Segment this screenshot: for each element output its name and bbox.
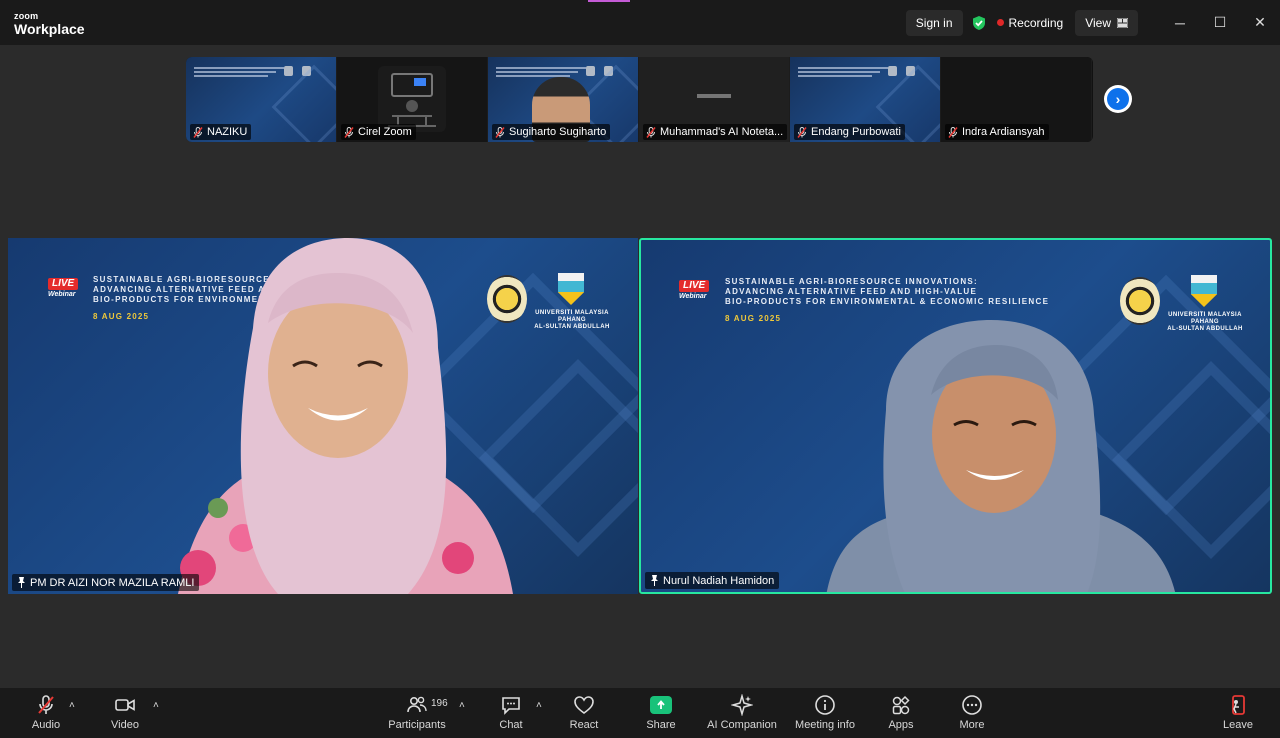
participant-thumbnail[interactable]: Cirel Zoom <box>337 57 488 142</box>
minimize-button[interactable]: ─ <box>1160 0 1200 45</box>
video-button[interactable]: Video <box>90 694 160 731</box>
chat-options-caret[interactable]: ˄ <box>536 700 542 711</box>
ai-companion-button[interactable]: AI Companion <box>707 694 777 731</box>
video-tile-right-active-speaker[interactable]: LIVE Webinar SUSTAINABLE AGRI-BIORESOURC… <box>639 238 1272 594</box>
participant-name: Cirel Zoom <box>358 126 412 138</box>
view-label: View <box>1085 15 1111 30</box>
participant-count: 196 <box>431 698 448 709</box>
chevron-right-icon: › <box>1107 88 1129 110</box>
microphone-muted-icon <box>38 695 54 714</box>
microphone-muted-icon <box>344 126 354 138</box>
live-webinar-badge: LIVE Webinar <box>679 276 713 302</box>
banner-date: 8 AUG 2025 <box>725 314 782 323</box>
university-shield-logo <box>1191 275 1217 307</box>
university-logo-thumbnail <box>586 66 595 76</box>
participant-name-label: Indra Ardiansyah <box>945 124 1049 140</box>
speaker-video-left <box>178 238 513 594</box>
apps-button[interactable]: Apps <box>866 694 936 731</box>
participant-thumbnail[interactable]: NAZIKU <box>186 57 337 142</box>
participant-name-label: Sugiharto Sugiharto <box>492 124 611 140</box>
zoom-workplace-logo: zoom Workplace <box>14 11 85 37</box>
more-dots-icon <box>962 695 982 715</box>
share-screen-button[interactable]: Share <box>626 694 696 731</box>
security-shield-icon[interactable] <box>971 15 987 31</box>
participants-options-caret[interactable]: ˄ <box>459 700 465 711</box>
maximize-button[interactable]: ☐ <box>1200 0 1240 45</box>
participant-thumbnail[interactable]: Endang Purbowati <box>790 57 941 142</box>
university-seal-logo <box>1120 277 1160 325</box>
recording-dot-icon <box>996 19 1004 26</box>
microphone-muted-icon <box>495 126 505 138</box>
next-page-button[interactable]: › <box>1104 85 1132 113</box>
banner-date: 8 AUG 2025 <box>93 312 150 321</box>
recording-label: Recording <box>1008 15 1064 30</box>
share-arrow-icon <box>650 696 672 714</box>
titlebar-controls: Sign in Recording View ─ ☐ ✕ <box>905 0 1280 45</box>
meeting-toolbar: Audio ˄ Video ˄ Participants 196 ˄ Chat … <box>0 688 1280 738</box>
view-button[interactable]: View <box>1075 9 1138 36</box>
brand-large: Workplace <box>14 21 85 37</box>
brand-small: zoom <box>14 11 39 21</box>
notetaker-logo <box>697 94 731 98</box>
video-camera-icon <box>115 699 135 711</box>
participant-name: Sugiharto Sugiharto <box>509 126 607 138</box>
meeting-room-avatar-icon <box>378 66 446 132</box>
participant-strip: NAZIKU Cirel Zoom Sugiharto Sugiharto Muham… <box>186 57 1093 142</box>
close-window-button[interactable]: ✕ <box>1240 0 1280 45</box>
microphone-muted-icon <box>797 126 807 138</box>
video-options-caret[interactable]: ˄ <box>153 700 159 711</box>
participants-icon <box>407 696 427 713</box>
sign-in-button[interactable]: Sign in <box>905 9 963 36</box>
participant-name: Muhammad's AI Noteta... <box>660 126 784 138</box>
participant-name: NAZIKU <box>207 126 248 138</box>
microphone-muted-icon <box>948 126 958 138</box>
live-webinar-badge: LIVE Webinar <box>48 274 82 300</box>
leave-meeting-button[interactable]: Leave <box>1203 694 1273 731</box>
microphone-muted-icon <box>193 126 203 138</box>
speaker-name-label: Nurul Nadiah Hamidon <box>645 572 780 589</box>
microphone-muted-icon <box>646 126 656 138</box>
speaker-video-right <box>826 320 1175 592</box>
title-bar: zoom Workplace Sign in Recording View ─ … <box>0 0 1280 45</box>
participant-name: Indra Ardiansyah <box>962 126 1045 138</box>
leave-door-icon <box>1232 695 1245 715</box>
participant-name-label: Endang Purbowati <box>794 124 905 140</box>
banner-text-thumbnail <box>496 67 586 79</box>
university-name: UNIVERSITI MALAYSIA PAHANG AL-SULTAN ABD… <box>534 310 610 330</box>
university-shield-logo <box>558 273 584 305</box>
heart-icon <box>574 696 594 714</box>
info-icon <box>815 695 835 715</box>
audio-options-caret[interactable]: ˄ <box>69 700 75 711</box>
view-grid-icon <box>1117 17 1128 28</box>
participant-thumbnail[interactable]: Indra Ardiansyah <box>941 57 1092 142</box>
apps-icon <box>892 695 910 715</box>
participant-name: Endang Purbowati <box>811 126 901 138</box>
pin-icon <box>18 577 25 588</box>
participant-name-label: Cirel Zoom <box>341 124 416 140</box>
video-tile-left[interactable]: LIVE Webinar SUSTAINABLE AGRI-BIORESOURC… <box>8 238 638 594</box>
university-logo-thumbnail <box>888 66 897 76</box>
sparkle-icon <box>731 694 753 716</box>
recording-indicator[interactable]: Recording <box>996 15 1064 30</box>
top-accent-bar <box>588 0 630 2</box>
participant-name-label: Muhammad's AI Noteta... <box>643 124 788 140</box>
banner-text-thumbnail <box>798 67 888 79</box>
chat-bubble-icon <box>502 697 520 715</box>
more-button[interactable]: More <box>937 694 1007 731</box>
university-logo-thumbnail <box>284 66 293 76</box>
banner-text-thumbnail <box>194 67 284 79</box>
participant-thumbnail[interactable]: Sugiharto Sugiharto <box>488 57 639 142</box>
meeting-info-button[interactable]: Meeting info <box>790 694 860 731</box>
speaker-name-label: PM DR AIZI NOR MAZILA RAMLI <box>12 574 200 591</box>
pin-icon <box>651 575 658 586</box>
banner-title: SUSTAINABLE AGRI-BIORESOURCE INNOVATIONS… <box>725 277 1050 306</box>
react-button[interactable]: React <box>549 694 619 731</box>
participant-thumbnail[interactable]: Muhammad's AI Noteta... <box>639 57 790 142</box>
participant-name-label: NAZIKU <box>190 124 252 140</box>
